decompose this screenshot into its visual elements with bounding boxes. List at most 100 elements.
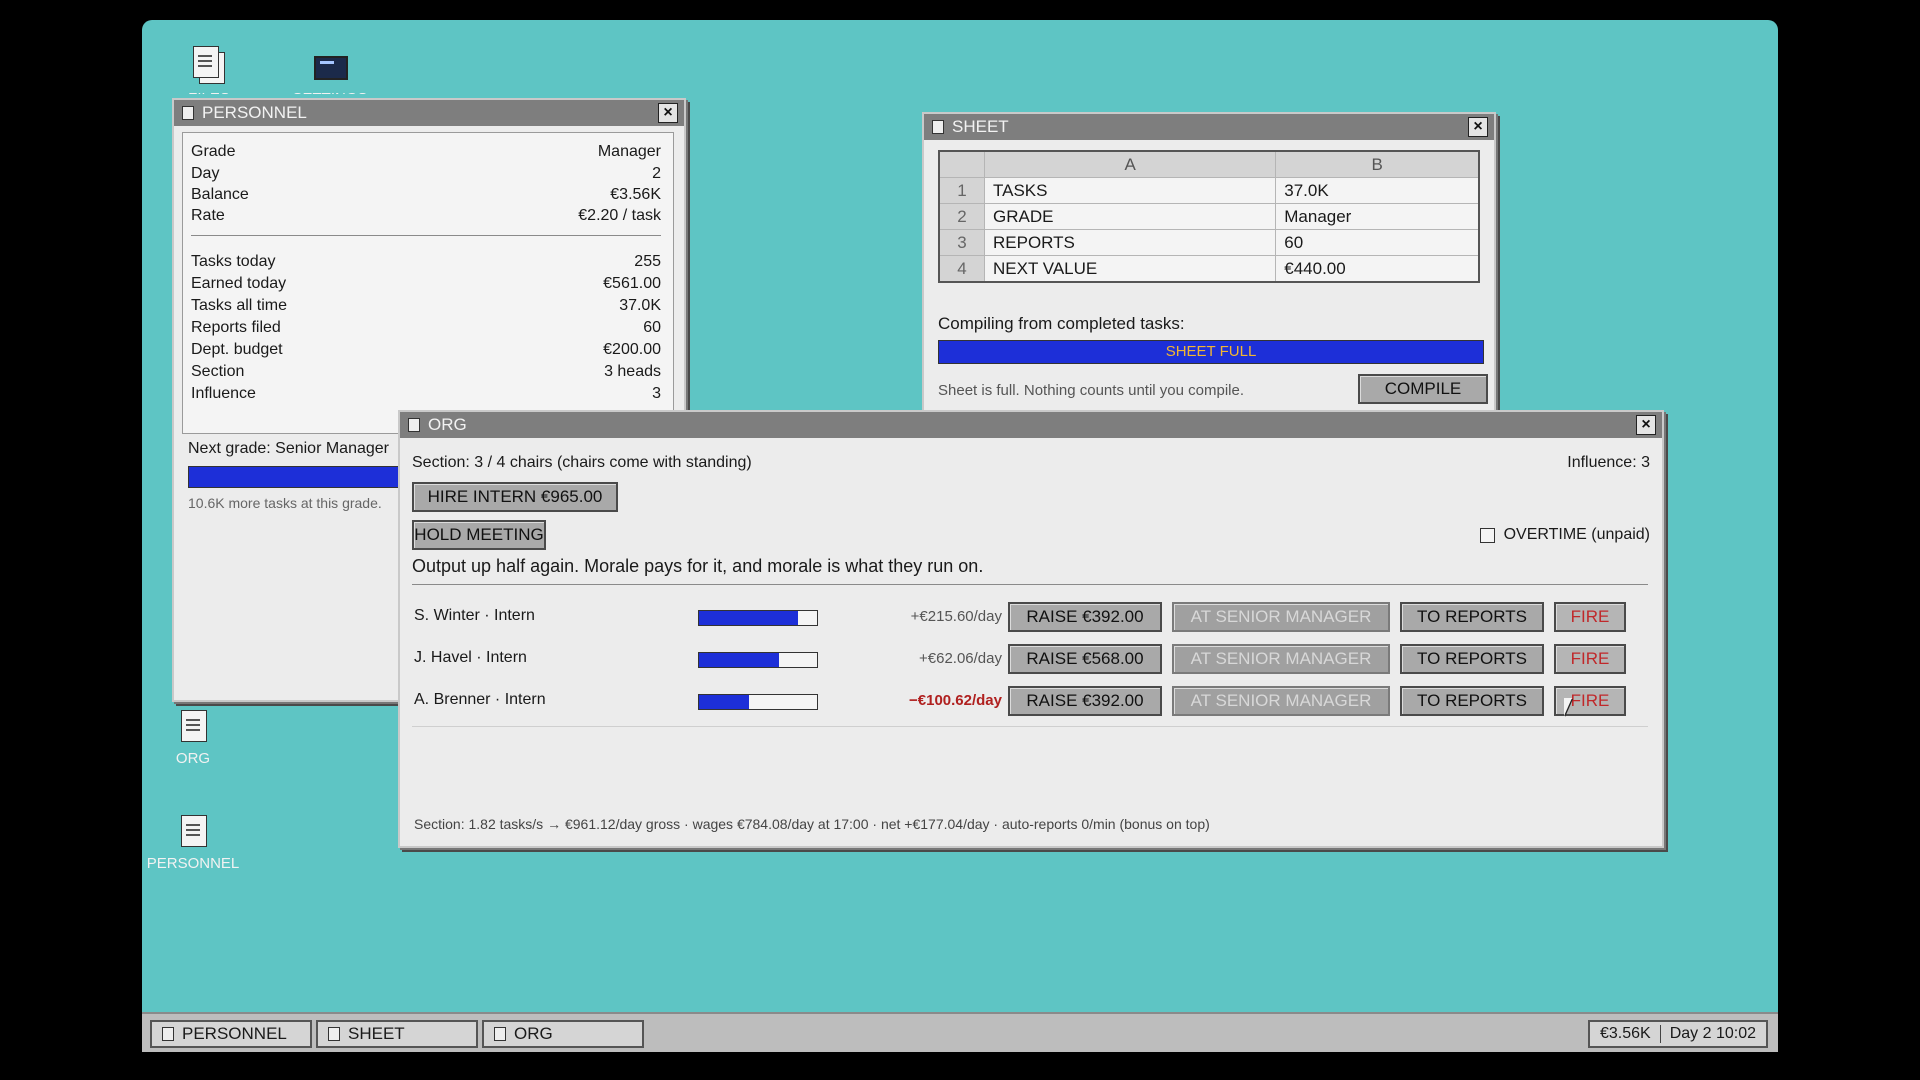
taskbar-item-personnel[interactable]: PERSONNEL	[150, 1020, 312, 1048]
cell[interactable]: NEXT VALUE	[983, 255, 1277, 283]
compiling-label: Compiling from completed tasks:	[938, 314, 1185, 333]
window-title: SHEET	[952, 117, 1009, 136]
desktop-icon-org[interactable]: ORG	[138, 710, 248, 767]
close-icon[interactable]: ×	[1636, 415, 1656, 435]
taskbar: PERSONNEL SHEET ORG €3.56K Day 2 10:02	[142, 1012, 1778, 1052]
taskbar-item-sheet[interactable]: SHEET	[316, 1020, 478, 1048]
sheet-header-row: A B	[938, 150, 1480, 178]
stat-label: Tasks today	[191, 253, 276, 270]
fire-button[interactable]: FIRE	[1554, 602, 1626, 632]
sheet-progress-bar: SHEET FULL	[938, 340, 1484, 364]
stat-value: 255	[634, 253, 661, 270]
fire-button[interactable]: FIRE	[1554, 644, 1626, 674]
desktop-icon-files[interactable]: FILES	[154, 46, 264, 94]
taskbar-item-label: PERSONNEL	[182, 1024, 287, 1043]
close-icon[interactable]: ×	[658, 103, 678, 123]
stat-balance: Balance €3.56K	[191, 186, 661, 204]
window-icon	[932, 120, 944, 134]
close-icon[interactable]: ×	[1468, 117, 1488, 137]
desktop-icon-settings[interactable]: SETTINGS	[275, 50, 385, 94]
taskbar-item-label: ORG	[514, 1024, 553, 1043]
desktop-icon-label: FILES	[154, 90, 264, 94]
stat-value: 37.0K	[619, 297, 661, 314]
system-tray: €3.56K Day 2 10:02	[1588, 1020, 1768, 1048]
cell[interactable]: €440.00	[1275, 255, 1480, 283]
cell[interactable]: 37.0K	[1275, 177, 1480, 204]
overtime-toggle[interactable]: OVERTIME (unpaid)	[1479, 526, 1650, 544]
employee-rate: +€215.60/day	[910, 608, 1002, 625]
morale-bar	[698, 610, 818, 626]
cell[interactable]: 60	[1275, 229, 1480, 256]
stat-value: 3 heads	[604, 363, 661, 380]
next-grade-label: Next grade: Senior Manager	[188, 440, 389, 457]
employee-rate: −€100.62/day	[909, 692, 1002, 709]
employee-row: S. Winter · Intern +€215.60/day RAISE €392…	[400, 600, 1662, 634]
cell[interactable]: TASKS	[983, 177, 1277, 204]
overtime-checkbox[interactable]	[1479, 527, 1495, 543]
desktop-icon-label: ORG	[175, 750, 211, 767]
stat-rate: Rate €2.20 / task	[191, 207, 661, 225]
stat-label: Earned today	[191, 275, 287, 292]
desktop-icon-personnel[interactable]: PERSONNEL	[138, 815, 248, 872]
raise-button[interactable]: RAISE €568.00	[1008, 644, 1162, 674]
stat-day: Day 2	[191, 165, 661, 183]
sheet-row: 3 REPORTS 60	[938, 229, 1480, 256]
meeting-hint: Output up half again. Morale pays for it…	[412, 556, 984, 576]
column-header: B	[1275, 150, 1480, 178]
personnel-titlebar[interactable]: PERSONNEL ×	[174, 100, 684, 126]
stat-label: Rate	[191, 207, 225, 224]
employee-row: J. Havel · Intern +€62.06/day RAISE €568.0…	[400, 642, 1662, 676]
divider	[412, 584, 1648, 585]
cell[interactable]: REPORTS	[983, 229, 1277, 256]
stat-value: €3.56K	[610, 186, 661, 203]
sheet-row: 1 TASKS 37.0K	[938, 177, 1480, 204]
compile-button[interactable]: COMPILE	[1358, 374, 1488, 404]
sheet-titlebar[interactable]: SHEET ×	[924, 114, 1494, 140]
employee-name: J. Havel · Intern	[414, 649, 527, 666]
stat-row: Dept. budget €200.00	[191, 341, 661, 359]
stat-label: Influence	[191, 385, 256, 402]
to-reports-button[interactable]: TO REPORTS	[1400, 602, 1544, 632]
morale-bar	[698, 694, 818, 710]
cell[interactable]: Manager	[1275, 203, 1480, 230]
window-icon	[494, 1027, 506, 1041]
hold-meeting-button[interactable]: HOLD MEETING	[412, 520, 546, 550]
row-number: 4	[938, 255, 985, 283]
sheet-table: A B 1 TASKS 37.0K 2 GRADE Manager 3 REPORTS 60…	[938, 150, 1480, 283]
taskbar-item-org[interactable]: ORG	[482, 1020, 644, 1048]
stat-value: 3	[652, 385, 661, 402]
sheet-row: 4 NEXT VALUE €440.00	[938, 255, 1480, 283]
files-icon	[193, 46, 225, 84]
sheet-row: 2 GRADE Manager	[938, 203, 1480, 230]
personnel-body: Grade Manager Day 2 Balance €3.56K Rate €2.2…	[182, 132, 674, 434]
personnel-icon	[177, 815, 209, 849]
org-icon	[177, 710, 209, 744]
section-footer: Section: 1.82 tasks/s → €961.12/day gros…	[414, 816, 1210, 832]
hire-intern-button[interactable]: HIRE INTERN €965.00	[412, 482, 618, 512]
column-header: A	[983, 150, 1277, 178]
to-reports-button[interactable]: TO REPORTS	[1400, 644, 1544, 674]
stat-row: Tasks today 255	[191, 253, 661, 271]
morale-bar	[698, 652, 818, 668]
tray-divider	[1659, 1025, 1661, 1043]
taskbar-item-label: SHEET	[348, 1024, 405, 1043]
raise-button[interactable]: RAISE €392.00	[1008, 602, 1162, 632]
stat-value: €200.00	[603, 341, 661, 358]
divider	[191, 235, 661, 236]
row-number: 1	[938, 177, 985, 204]
window-icon	[182, 106, 194, 120]
to-reports-button[interactable]: TO REPORTS	[1400, 686, 1544, 716]
row-number: 3	[938, 229, 985, 256]
window-icon	[408, 418, 420, 432]
stat-label: Dept. budget	[191, 341, 283, 358]
stat-label: Day	[191, 165, 220, 182]
stat-value: €2.20 / task	[578, 207, 661, 224]
raise-button[interactable]: RAISE €392.00	[1008, 686, 1162, 716]
employee-name: A. Brenner · Intern	[414, 691, 546, 708]
stat-row: Influence 3	[191, 385, 661, 403]
window-icon	[328, 1027, 340, 1041]
tray-balance: €3.56K	[1600, 1025, 1651, 1042]
org-titlebar[interactable]: ORG ×	[400, 412, 1662, 438]
sheet-progress-label: SHEET FULL	[1165, 343, 1257, 360]
cell[interactable]: GRADE	[983, 203, 1277, 230]
